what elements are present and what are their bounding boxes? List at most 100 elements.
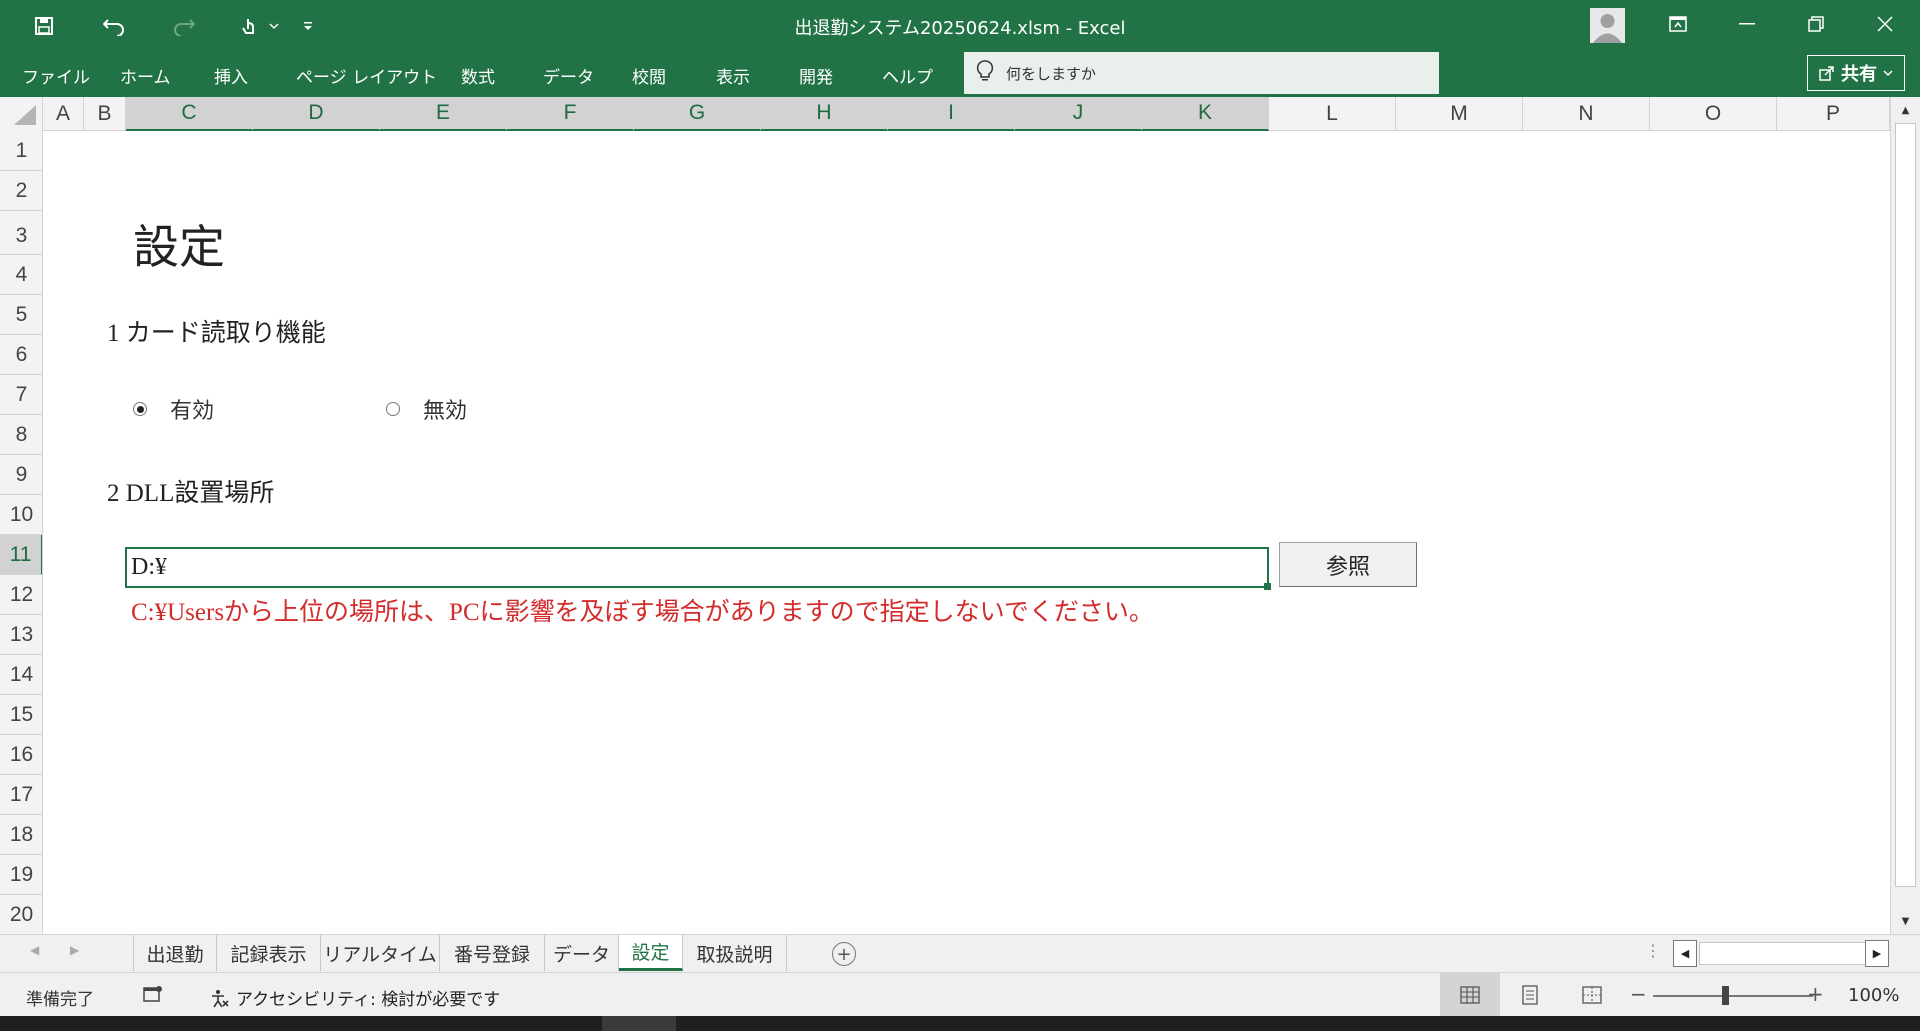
tab-home[interactable]: ホーム	[120, 63, 171, 88]
column-header-c[interactable]: C	[126, 97, 253, 131]
row-header[interactable]: 9	[0, 455, 42, 495]
tab-formulas[interactable]: 数式	[461, 63, 495, 88]
accessibility-status[interactable]: アクセシビリティ: 検討が必要です	[210, 985, 500, 1010]
select-all-corner[interactable]	[0, 97, 43, 131]
share-button[interactable]: 共有	[1807, 55, 1905, 91]
taskbar-item[interactable]	[602, 1016, 676, 1031]
column-header-b[interactable]: B	[84, 97, 126, 131]
window-title: 出退勤システム20250624.xlsm - Excel	[794, 18, 1126, 39]
title-bar: 出退勤システム20250624.xlsm - Excel	[0, 0, 1920, 51]
page-layout-view-icon[interactable]	[1500, 973, 1560, 1017]
tab-review[interactable]: 校閲	[632, 63, 666, 88]
scroll-right-icon[interactable]: ▶	[1865, 940, 1889, 967]
row-header[interactable]: 13	[0, 615, 42, 655]
column-header-f[interactable]: F	[507, 97, 634, 131]
zoom-in-icon[interactable]: +	[1807, 982, 1824, 1006]
fill-handle[interactable]	[1264, 583, 1271, 590]
row-header[interactable]: 4	[0, 255, 42, 295]
sheet-tab[interactable]: データ	[545, 935, 619, 971]
column-header-i[interactable]: I	[888, 97, 1015, 131]
zoom-level[interactable]: 100%	[1848, 985, 1899, 1006]
column-header-h[interactable]: H	[761, 97, 888, 131]
tab-splitter-icon[interactable]: ⋮	[1645, 941, 1661, 960]
row-header-selected[interactable]: 11	[0, 535, 42, 575]
radio-enabled[interactable]: 有効	[133, 393, 214, 425]
tell-me-search[interactable]: 何をしますか	[964, 52, 1439, 94]
column-header-g[interactable]: G	[634, 97, 761, 131]
scroll-down-icon[interactable]: ▼	[1891, 910, 1920, 932]
row-header[interactable]: 1	[0, 131, 42, 171]
column-header-l[interactable]: L	[1269, 97, 1396, 131]
browse-button[interactable]: 参照	[1279, 542, 1417, 587]
column-header-e[interactable]: E	[380, 97, 507, 131]
row-header[interactable]: 7	[0, 375, 42, 415]
tab-insert[interactable]: 挿入	[214, 63, 248, 88]
row-header[interactable]: 6	[0, 335, 42, 375]
tab-page-layout[interactable]: ページ レイアウト	[296, 63, 437, 88]
section-dll-location-title: 2 DLL設置場所	[107, 480, 275, 507]
page-break-preview-icon[interactable]	[1562, 973, 1622, 1017]
normal-view-icon[interactable]	[1440, 973, 1500, 1017]
column-header-m[interactable]: M	[1396, 97, 1523, 131]
zoom-slider-thumb[interactable]	[1722, 986, 1729, 1005]
sheet-tab[interactable]: 番号登録	[440, 935, 545, 971]
horizontal-scrollbar[interactable]: ◀ ▶	[1673, 940, 1889, 967]
row-header[interactable]: 5	[0, 295, 42, 335]
share-icon	[1819, 66, 1834, 81]
row-header[interactable]: 17	[0, 775, 42, 815]
dll-path-field[interactable]: D:¥	[125, 547, 1269, 588]
sheet-tab[interactable]: リアルタイム	[321, 935, 440, 971]
zoom-out-icon[interactable]: −	[1630, 982, 1647, 1006]
vertical-scroll-thumb[interactable]	[1895, 123, 1916, 887]
restore-icon[interactable]	[1783, 0, 1849, 48]
tab-view[interactable]: 表示	[716, 63, 750, 88]
page-title: 設定	[133, 222, 225, 273]
add-sheet-icon[interactable]: +	[832, 942, 856, 966]
sheet-area[interactable]: 設定 1 カード読取り機能 有効 無効 2 DLL設置場所 D:¥ 参照 C:¥…	[43, 131, 1890, 934]
sheet-tab[interactable]: 記録表示	[217, 935, 321, 971]
prev-sheet-icon[interactable]: ◀	[30, 943, 39, 957]
tab-data[interactable]: データ	[543, 63, 594, 88]
scroll-up-icon[interactable]: ▲	[1891, 99, 1920, 121]
row-header[interactable]: 20	[0, 895, 42, 934]
minimize-icon[interactable]	[1714, 0, 1780, 48]
horizontal-scroll-thumb[interactable]	[1699, 942, 1879, 965]
tab-help[interactable]: ヘルプ	[882, 63, 933, 88]
row-header[interactable]: 3	[0, 211, 42, 255]
close-icon[interactable]	[1852, 0, 1918, 48]
row-header[interactable]: 10	[0, 495, 42, 535]
column-header-p[interactable]: P	[1777, 97, 1890, 131]
radio-unselected-icon	[386, 402, 400, 416]
column-header-a[interactable]: A	[43, 97, 84, 131]
column-header-n[interactable]: N	[1523, 97, 1650, 131]
taskbar-strip	[0, 1016, 1920, 1031]
row-header[interactable]: 2	[0, 171, 42, 211]
column-header-o[interactable]: O	[1650, 97, 1777, 131]
row-header[interactable]: 15	[0, 695, 42, 735]
ribbon-display-options-icon[interactable]	[1645, 0, 1711, 48]
status-bar: 準備完了 アクセシビリティ: 検討が必要です − + 100%	[0, 972, 1920, 1017]
column-header-j[interactable]: J	[1015, 97, 1142, 131]
zoom-slider[interactable]	[1653, 995, 1813, 997]
vertical-scrollbar[interactable]: ▲ ▼	[1890, 97, 1920, 934]
next-sheet-icon[interactable]: ▶	[70, 943, 79, 957]
row-header[interactable]: 8	[0, 415, 42, 455]
avatar[interactable]	[1590, 8, 1625, 43]
sheet-tab[interactable]: 取扱説明	[683, 935, 787, 971]
lightbulb-icon	[976, 59, 994, 87]
radio-disabled[interactable]: 無効	[386, 393, 467, 425]
sheet-tab[interactable]: 出退勤	[133, 935, 217, 971]
row-header[interactable]: 12	[0, 575, 42, 615]
column-header-k[interactable]: K	[1142, 97, 1269, 131]
tab-file[interactable]: ファイル	[22, 63, 90, 88]
macro-recording-icon[interactable]	[143, 985, 163, 1008]
sheet-tab-active[interactable]: 設定	[619, 935, 683, 971]
row-header[interactable]: 18	[0, 815, 42, 855]
scroll-left-icon[interactable]: ◀	[1673, 940, 1697, 967]
row-header[interactable]: 14	[0, 655, 42, 695]
row-header[interactable]: 19	[0, 855, 42, 895]
tab-developer[interactable]: 開発	[799, 63, 833, 88]
column-header-d[interactable]: D	[253, 97, 380, 131]
accessibility-icon	[212, 989, 229, 1007]
row-header[interactable]: 16	[0, 735, 42, 775]
